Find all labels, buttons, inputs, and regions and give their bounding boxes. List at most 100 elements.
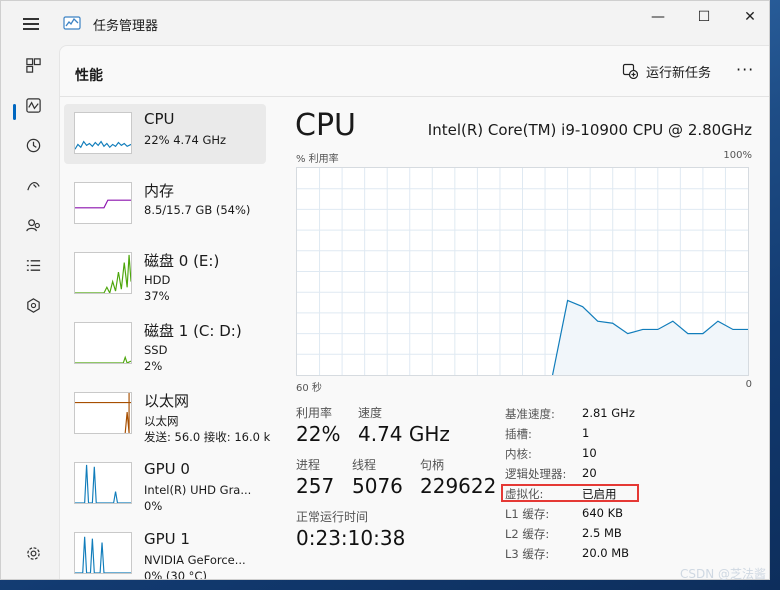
device-title: CPU <box>295 108 356 143</box>
nav-startup[interactable] <box>13 169 53 201</box>
processes-icon <box>25 57 41 73</box>
device-detail: 8.5/15.7 GB (54%) <box>144 203 251 217</box>
nav-processes[interactable] <box>13 49 53 81</box>
device-item[interactable]: 内存 8.5/15.7 GB (54%) <box>64 174 266 234</box>
graph-time-span: 60 秒 <box>296 383 322 394</box>
uptime-label: 正常运行时间 <box>296 510 369 524</box>
spec-label: 逻辑处理器: <box>505 467 567 481</box>
threads-value: 5076 <box>352 474 403 498</box>
utilization-label: 利用率 <box>296 406 333 420</box>
spec-value: 20.0 MB <box>582 546 630 560</box>
run-new-task-label: 运行新任务 <box>646 65 712 81</box>
device-item[interactable]: 磁盘 1 (C: D:) SSD 2% <box>64 314 266 374</box>
more-options-button[interactable]: ··· <box>736 60 754 79</box>
device-name: CPU <box>144 110 175 128</box>
processes-label: 进程 <box>296 458 321 472</box>
task-manager-icon <box>63 16 81 30</box>
device-detail: 22% 4.74 GHz <box>144 133 227 147</box>
device-thumbnail-graph <box>74 112 132 154</box>
app-history-icon <box>26 138 40 152</box>
nav-selection-indicator <box>13 104 16 120</box>
speed-label: 速度 <box>358 406 383 420</box>
device-usage: 2% <box>144 359 163 373</box>
cpu-model: Intel(R) Core(TM) i9-10900 CPU @ 2.80GHz <box>427 121 752 139</box>
spec-label: 内核: <box>505 447 532 461</box>
watermark: CSDN @芝法酱 <box>679 567 766 581</box>
spec-value: 10 <box>582 446 597 460</box>
details-icon <box>26 259 40 271</box>
device-usage: 0% (30 °C) <box>144 569 207 580</box>
title-bar: 任务管理器 — ☐ ✕ <box>1 1 769 45</box>
spec-label: L1 缓存: <box>505 507 550 521</box>
speed-value: 4.74 GHz <box>358 422 450 446</box>
processes-value: 257 <box>296 474 335 498</box>
maximize-button[interactable]: ☐ <box>681 1 727 33</box>
spec-label: 插槽: <box>505 427 532 441</box>
device-thumbnail-graph <box>74 462 132 504</box>
device-thumbnail-graph <box>74 392 132 434</box>
performance-page: 性能 运行新任务 ··· CPU 22% 4.74 GHz 内存 8.5/15.7 G… <box>59 45 769 580</box>
device-detail: SSD <box>144 343 168 357</box>
spec-value: 20 <box>582 466 597 480</box>
spec-label: L3 缓存: <box>505 547 550 561</box>
nav-users[interactable] <box>13 209 53 241</box>
device-item[interactable]: 以太网 以太网 发送: 56.0 接收: 16.0 k <box>64 384 270 444</box>
close-button[interactable]: ✕ <box>727 1 769 33</box>
device-detail: HDD <box>144 273 171 287</box>
nav-services[interactable] <box>13 289 53 321</box>
cpu-usage-area <box>552 300 748 375</box>
device-usage: 发送: 56.0 接收: 16.0 k <box>144 430 271 444</box>
device-thumbnail-graph <box>74 252 132 294</box>
device-item[interactable]: GPU 0 Intel(R) UHD Gra... 0% <box>64 454 266 514</box>
nav-performance[interactable] <box>13 89 53 121</box>
device-name: GPU 0 <box>144 460 190 478</box>
device-thumbnail-graph <box>74 182 132 224</box>
nav-settings[interactable] <box>13 537 53 569</box>
startup-icon <box>26 181 40 190</box>
device-item[interactable]: GPU 1 NVIDIA GeForce... 0% (30 °C) <box>64 524 266 580</box>
nav-details[interactable] <box>13 249 53 281</box>
spec-label: L2 缓存: <box>505 527 550 541</box>
handles-label: 句柄 <box>420 458 445 472</box>
spec-value: 2.81 GHz <box>582 406 635 420</box>
graph-y-min: 0 <box>745 379 752 390</box>
nav-app-history[interactable] <box>13 129 53 161</box>
uptime-value: 0:23:10:38 <box>296 526 406 550</box>
hamburger-menu-icon[interactable] <box>23 17 41 31</box>
users-icon <box>25 218 40 231</box>
graph-y-label: % 利用率 <box>296 154 339 165</box>
device-name: 以太网 <box>144 392 190 410</box>
device-name: GPU 1 <box>144 530 190 548</box>
device-name: 内存 <box>144 182 175 200</box>
device-detail: 以太网 <box>144 414 179 428</box>
minimize-button[interactable]: — <box>635 1 681 33</box>
device-detail: NVIDIA GeForce... <box>144 553 246 567</box>
device-usage: 0% <box>144 499 163 513</box>
device-detail: Intel(R) UHD Gra... <box>144 483 252 497</box>
settings-icon <box>26 546 40 560</box>
virtualization-highlight-box <box>501 484 639 502</box>
spec-value: 1 <box>582 426 590 440</box>
device-thumbnail-graph <box>74 532 132 574</box>
device-item[interactable]: 磁盘 0 (E:) HDD 37% <box>64 244 266 304</box>
window-title: 任务管理器 <box>93 19 159 34</box>
performance-icon <box>25 97 41 113</box>
page-header: 性能 运行新任务 ··· <box>60 46 769 97</box>
services-icon <box>26 297 40 313</box>
spec-label: 基准速度: <box>505 407 555 421</box>
utilization-value: 22% <box>296 422 341 446</box>
spec-value: 2.5 MB <box>582 526 622 540</box>
graph-y-max: 100% <box>723 150 752 161</box>
spec-value: 640 KB <box>582 506 624 520</box>
device-thumbnail-graph <box>74 322 132 364</box>
device-item[interactable]: CPU 22% 4.74 GHz <box>64 104 266 164</box>
cpu-utilization-graph <box>296 167 749 376</box>
task-manager-window: 任务管理器 — ☐ ✕ 性能 运行新任务 ··· CPU 22% 4.74 GHz… <box>0 0 770 580</box>
run-new-task-button[interactable]: 运行新任务 <box>622 60 711 82</box>
handles-value: 229622 <box>420 474 497 498</box>
device-name: 磁盘 1 (C: D:) <box>144 322 242 340</box>
page-title: 性能 <box>75 68 103 84</box>
device-usage: 37% <box>144 289 170 303</box>
run-task-icon <box>622 63 638 79</box>
device-name: 磁盘 0 (E:) <box>144 252 220 270</box>
